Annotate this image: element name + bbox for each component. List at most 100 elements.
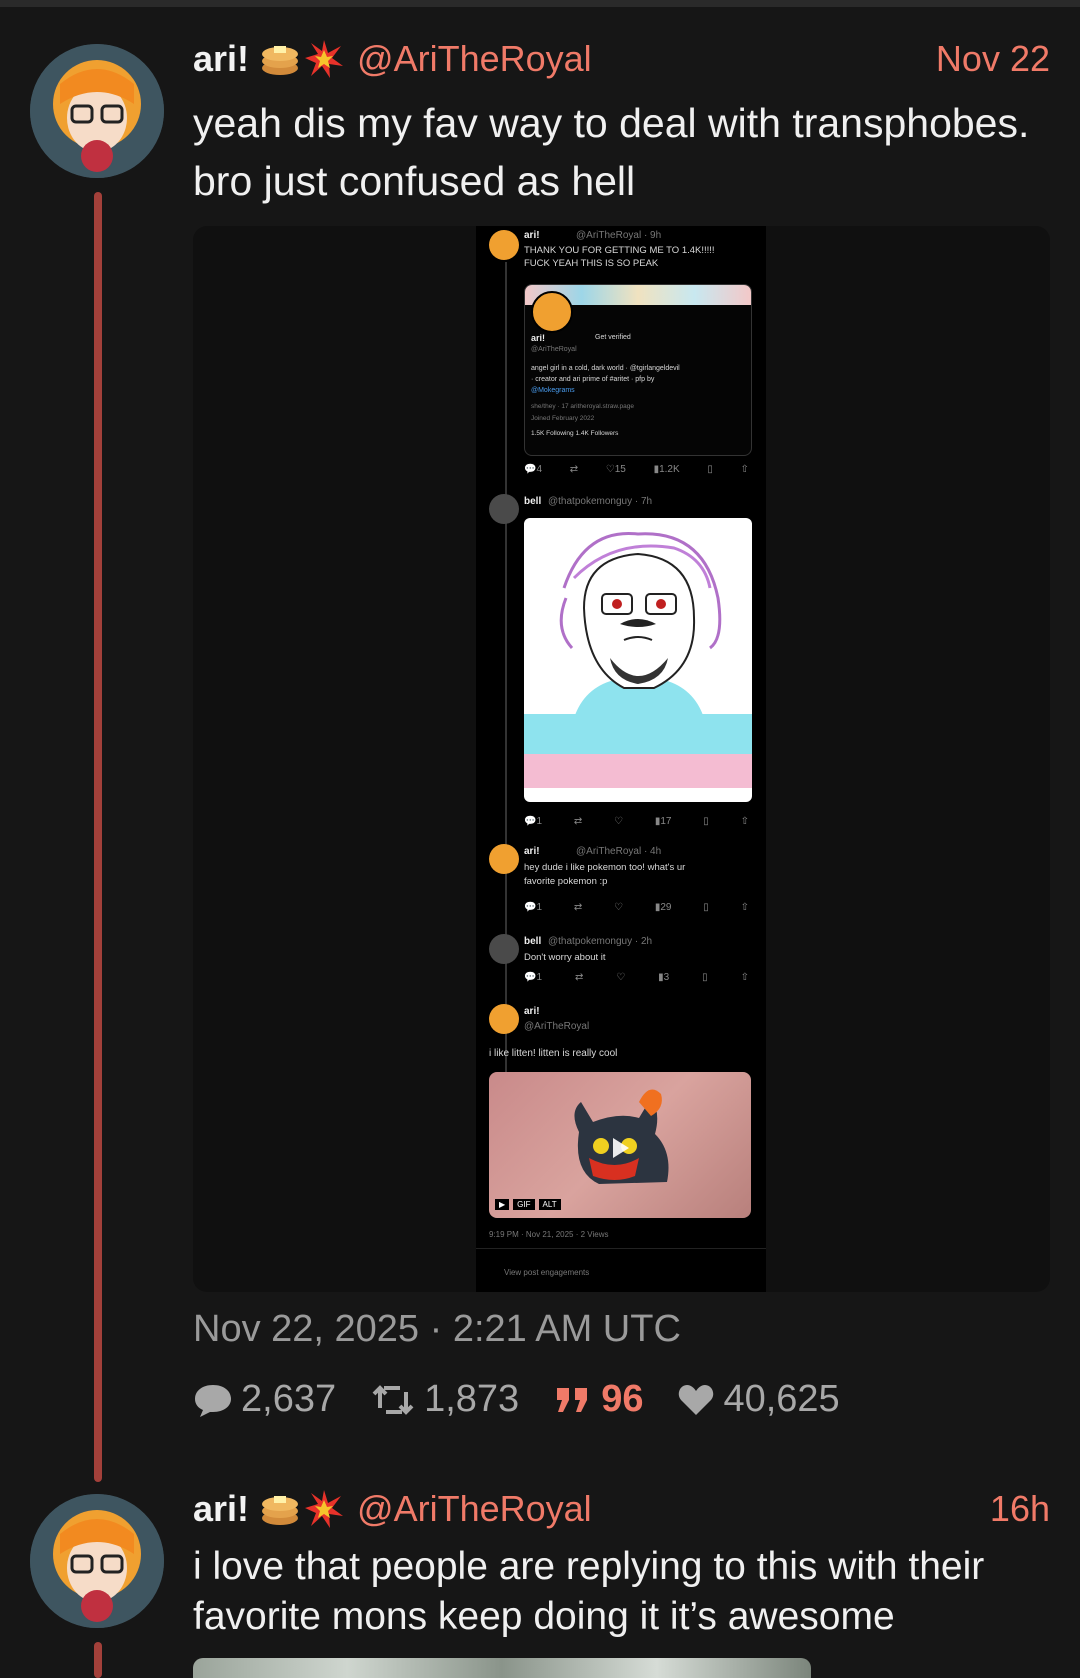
alt-badge[interactable]: ALT <box>538 1199 561 1210</box>
like-stat[interactable]: 40,625 <box>677 1378 840 1421</box>
mini-name: ari! <box>524 230 540 241</box>
quote-stat[interactable]: 96 <box>553 1378 643 1421</box>
mini-repost: ⇄ <box>573 902 583 913</box>
mini-reply-count: 💬1 <box>524 816 543 827</box>
top-divider <box>0 0 1080 7</box>
mini-tweet-text: favorite pokemon :p <box>524 876 608 887</box>
gif-badge: GIF <box>513 1199 535 1210</box>
mini-name: bell <box>524 936 542 947</box>
avatar[interactable] <box>30 1494 164 1628</box>
mini-handle-time: @AriTheRoyal · 4h <box>576 846 662 857</box>
mini-repost: ⇄ <box>574 972 584 983</box>
mini-bookmark: ▯ <box>702 972 708 983</box>
like-count: 40,625 <box>723 1378 840 1420</box>
mini-like: ♡ <box>616 972 626 983</box>
mini-actions: 💬1 ⇄ ♡ ▮29 ▯ ⇧ <box>524 902 749 913</box>
mini-name: ari! <box>524 1006 540 1017</box>
post-media[interactable]: ari! @AriTheRoyal · 9h THANK YOU FOR GET… <box>193 226 1050 1292</box>
mini-avatar <box>489 1004 519 1034</box>
pancakes-emoji <box>259 38 301 80</box>
post-header: ari! @AriTheRoyal <box>193 38 592 80</box>
mini-tweet-text: i like litten! litten is really cool <box>489 1048 618 1059</box>
mini-views: ▮29 <box>654 902 672 913</box>
mini-share: ⇧ <box>740 972 749 983</box>
mini-meta: she/they · 17 aritheroyal.straw.page <box>531 403 634 410</box>
mini-bookmark: ▯ <box>703 902 709 913</box>
mini-bio: angel girl in a cold, dark world · @tgir… <box>531 365 680 372</box>
mini-views: ▮17 <box>654 816 672 827</box>
user-handle[interactable]: @AriTheRoyal <box>357 1488 592 1530</box>
quote-count: 96 <box>601 1378 644 1420</box>
mini-repost: ⇄ <box>573 816 583 827</box>
mini-name: ari! <box>531 333 546 343</box>
mini-timestamp: 9:19 PM · Nov 21, 2025 · 2 Views <box>489 1230 609 1239</box>
heart-icon <box>679 1384 714 1415</box>
mini-joined: Joined February 2022 <box>531 415 595 422</box>
user-handle[interactable]: @AriTheRoyal <box>357 38 592 80</box>
collision-emoji <box>303 38 345 80</box>
mini-avatar <box>489 934 519 964</box>
mini-avatar <box>489 230 519 260</box>
mini-tweet-text: FUCK YEAH THIS IS SO PEAK <box>524 258 659 269</box>
mini-divider <box>476 1248 766 1249</box>
mini-share: ⇧ <box>740 816 749 827</box>
mini-handle: @AriTheRoyal <box>524 1021 590 1032</box>
mini-reply-count: 💬4 <box>524 464 543 475</box>
wojak-drawing <box>524 518 752 802</box>
post-text: yeah dis my fav way to deal with transph… <box>193 100 1030 204</box>
mini-tweet-text: Don't worry about it <box>524 952 606 963</box>
repost-stat[interactable]: 1,873 <box>370 1378 519 1421</box>
repost-count: 1,873 <box>424 1378 520 1420</box>
mini-like: ♡ <box>614 902 623 913</box>
mini-actions: 💬1 ⇄ ♡ ▮3 ▯ ⇧ <box>524 972 749 983</box>
mini-name: ari! <box>524 846 540 857</box>
mini-bookmark: ▯ <box>703 816 709 827</box>
get-verified: Get verified <box>595 334 631 341</box>
profile-card: ari! Get verified @AriTheRoyal angel gir… <box>524 284 752 456</box>
mini-tweet-text: THANK YOU FOR GETTING ME TO 1.4K!!!!! <box>524 245 715 256</box>
mini-tweet-text: hey dude i like pokemon too! what's ur <box>524 862 686 873</box>
mini-views: ▮3 <box>658 972 670 983</box>
thread-connector-line <box>94 192 102 1482</box>
play-icon[interactable]: ▶ <box>495 1199 510 1210</box>
mini-handle-time: @thatpokemonguy · 7h <box>548 496 653 507</box>
avatar-image <box>30 44 164 178</box>
post-time[interactable]: Nov 22 <box>936 38 1050 80</box>
mini-handle: @AriTheRoyal <box>531 346 577 353</box>
mini-handle-time: @thatpokemonguy · 2h <box>548 936 653 947</box>
comment-icon <box>195 1384 231 1417</box>
quote-icon <box>557 1387 588 1412</box>
mini-repost: ⇄ <box>569 464 579 475</box>
mini-avatar <box>489 494 519 524</box>
pancakes-emoji <box>259 1488 301 1530</box>
post-stats: 2,637 1,873 96 40,625 <box>193 1378 874 1421</box>
mini-share: ⇧ <box>740 464 749 475</box>
post-time[interactable]: 16h <box>990 1488 1050 1530</box>
profile-card-avatar <box>531 291 573 333</box>
post-text: i love that people are replying to this … <box>193 1545 985 1638</box>
avatar[interactable] <box>30 44 164 178</box>
mini-like-count: ♡15 <box>605 464 626 475</box>
mini-views: ▮1.2K <box>653 464 680 475</box>
thread-connector-line <box>94 1642 102 1678</box>
mini-avatar <box>489 844 519 874</box>
reply-stat[interactable]: 2,637 <box>193 1378 336 1421</box>
mini-bio: @Mokegrams <box>531 387 575 394</box>
mini-bio: · creator and ari prime of #aritet · pfp… <box>531 376 655 383</box>
mini-actions: 💬4 ⇄ ♡15 ▮1.2K ▯ ⇧ <box>524 464 749 475</box>
mini-bookmark: ▯ <box>707 464 713 475</box>
display-name[interactable]: ari! <box>193 1488 249 1530</box>
post-header: ari! @AriTheRoyal <box>193 1488 592 1530</box>
display-name[interactable]: ari! <box>193 38 249 80</box>
mini-reply-count: 💬1 <box>524 972 543 983</box>
mini-share: ⇧ <box>740 902 749 913</box>
mini-actions: 💬1 ⇄ ♡ ▮17 ▯ ⇧ <box>524 816 749 827</box>
post-full-date[interactable]: Nov 22, 2025 · 2:21 AM UTC <box>193 1308 681 1351</box>
mini-name: bell <box>524 496 542 507</box>
mini-follows: 1.5K Following 1.4K Followers <box>531 430 619 437</box>
view-engagements: View post engagements <box>504 1268 590 1277</box>
embedded-screenshot[interactable]: ari! @AriTheRoyal · 9h THANK YOU FOR GET… <box>476 226 766 1292</box>
avatar-image <box>30 1494 164 1628</box>
reply-count: 2,637 <box>241 1378 337 1420</box>
post-media-preview[interactable] <box>193 1658 811 1678</box>
